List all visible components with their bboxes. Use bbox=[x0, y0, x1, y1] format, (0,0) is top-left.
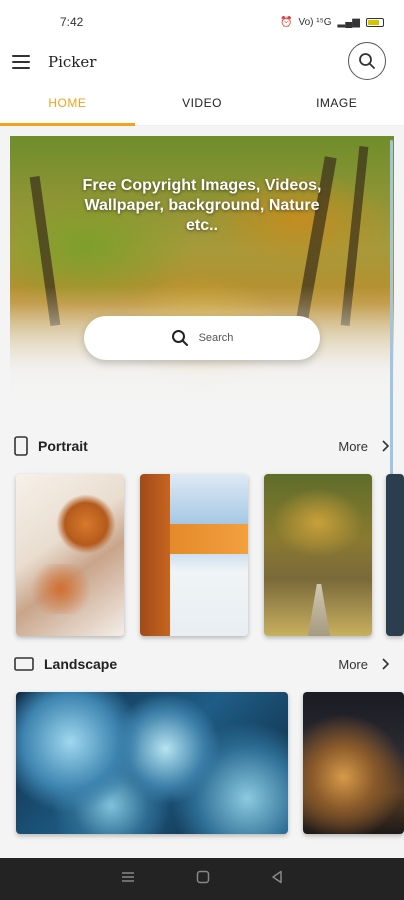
more-label: More bbox=[338, 438, 368, 454]
portrait-thumbnail[interactable] bbox=[386, 474, 404, 636]
hero-banner: Free Copyright Images, Videos, Wallpaper… bbox=[10, 136, 394, 416]
landscape-thumbnail[interactable] bbox=[16, 692, 288, 834]
search-icon bbox=[359, 53, 375, 69]
chevron-right-icon bbox=[382, 658, 390, 670]
app-bar: Picker bbox=[0, 42, 404, 80]
portrait-phone-icon bbox=[14, 436, 28, 456]
landscape-thumbnail[interactable] bbox=[303, 692, 404, 834]
tab-video[interactable]: VIDEO bbox=[135, 80, 270, 125]
status-icons: ⏰ Vo) ¹⁵G ▂▄▆ bbox=[280, 17, 384, 28]
landscape-more-link[interactable]: More bbox=[338, 657, 390, 672]
search-icon bbox=[171, 330, 188, 346]
search-placeholder: Search bbox=[198, 332, 234, 344]
portrait-thumbnail[interactable] bbox=[264, 474, 372, 636]
portrait-thumbnail[interactable] bbox=[140, 474, 248, 636]
tab-home[interactable]: HOME bbox=[0, 80, 135, 126]
hero-headline: Free Copyright Images, Videos, Wallpaper… bbox=[82, 177, 322, 234]
battery-icon bbox=[366, 17, 384, 27]
home-icon[interactable] bbox=[196, 870, 210, 889]
portrait-section-title: Portrait bbox=[38, 438, 88, 454]
status-bar: 7:42 ⏰ Vo) ¹⁵G ▂▄▆ bbox=[0, 0, 404, 44]
portrait-more-link[interactable]: More bbox=[338, 439, 390, 454]
back-icon[interactable] bbox=[271, 870, 283, 889]
portrait-section-header: Portrait More bbox=[14, 433, 390, 459]
tab-image[interactable]: IMAGE bbox=[269, 80, 404, 125]
landscape-section-header: Landscape More bbox=[14, 651, 390, 677]
hero-search-bar[interactable]: Search bbox=[84, 316, 320, 360]
landscape-screen-icon bbox=[14, 657, 34, 671]
landscape-section-title: Landscape bbox=[44, 656, 118, 672]
recents-icon[interactable] bbox=[121, 870, 135, 888]
status-time: 7:42 bbox=[60, 15, 84, 29]
signal-icon: ▂▄▆ bbox=[337, 16, 360, 28]
more-label: More bbox=[338, 656, 368, 672]
search-button[interactable] bbox=[348, 42, 386, 80]
portrait-thumbnail[interactable] bbox=[16, 474, 124, 636]
system-navigation-bar bbox=[0, 858, 404, 900]
chevron-right-icon bbox=[382, 440, 390, 452]
tab-bar: HOME VIDEO IMAGE bbox=[0, 80, 404, 126]
app-title: Picker bbox=[48, 53, 97, 71]
alarm-icon: ⏰ bbox=[280, 16, 293, 28]
network-label: Vo) ¹⁵G bbox=[298, 16, 332, 28]
hamburger-menu-icon[interactable] bbox=[12, 55, 30, 69]
